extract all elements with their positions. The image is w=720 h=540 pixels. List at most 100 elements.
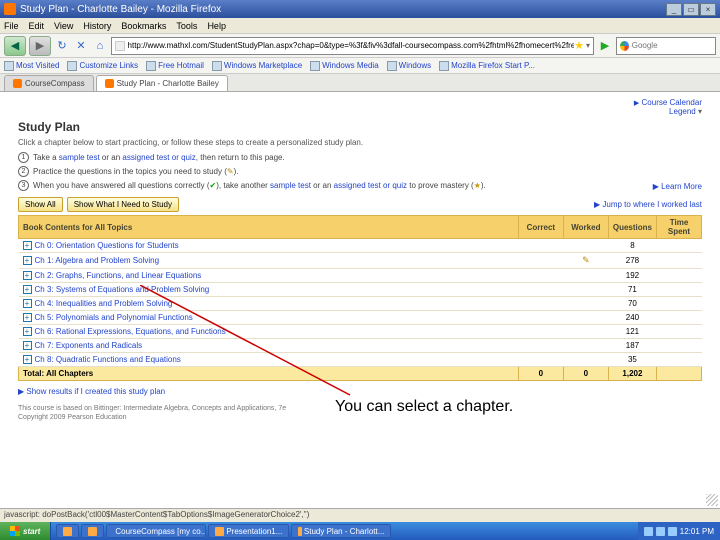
bm-customize[interactable]: Customize Links bbox=[67, 61, 138, 71]
quicklaunch-item[interactable] bbox=[81, 524, 104, 538]
go-button[interactable]: ▶ bbox=[597, 38, 613, 54]
chapter-link[interactable]: Ch 3: Systems of Equations and Problem S… bbox=[35, 285, 210, 294]
cell-correct bbox=[518, 239, 563, 253]
cell-worked: ✎ bbox=[563, 253, 608, 269]
bm-most-visited[interactable]: Most Visited bbox=[4, 61, 59, 71]
menu-edit[interactable]: Edit bbox=[29, 21, 45, 31]
expand-icon[interactable]: + bbox=[23, 271, 32, 280]
bm-firefox-start[interactable]: Mozilla Firefox Start P... bbox=[439, 61, 535, 71]
url-input[interactable] bbox=[128, 41, 575, 50]
menu-bookmarks[interactable]: Bookmarks bbox=[121, 21, 166, 31]
url-dropdown-icon[interactable]: ▾ bbox=[586, 41, 590, 50]
legend-dropdown-icon[interactable]: ▾ bbox=[698, 107, 702, 116]
forward-button[interactable]: ▶ bbox=[29, 36, 51, 56]
nav-toolbar: ◀ ▶ ↻ ✕ ⌂ ★ ▾ ▶ bbox=[0, 34, 720, 58]
cell-worked bbox=[563, 353, 608, 367]
chapter-link[interactable]: Ch 1: Algebra and Problem Solving bbox=[35, 256, 160, 265]
link-assigned-test-2[interactable]: assigned test or quiz bbox=[334, 181, 407, 190]
search-input[interactable] bbox=[632, 41, 712, 50]
chapter-link[interactable]: Ch 6: Rational Expressions, Equations, a… bbox=[35, 327, 226, 336]
tray-icon[interactable] bbox=[656, 527, 665, 536]
reload-button[interactable]: ↻ bbox=[54, 38, 70, 54]
tray-icon[interactable] bbox=[644, 527, 653, 536]
menu-view[interactable]: View bbox=[54, 21, 73, 31]
link-sample-test-2[interactable]: sample test bbox=[270, 181, 311, 190]
cell-correct bbox=[518, 283, 563, 297]
close-button[interactable]: × bbox=[700, 3, 716, 16]
bm-marketplace[interactable]: Windows Marketplace bbox=[212, 61, 302, 71]
cell-questions: 121 bbox=[608, 325, 656, 339]
chapter-row: +Ch 2: Graphs, Functions, and Linear Equ… bbox=[19, 269, 702, 283]
chapter-link[interactable]: Ch 4: Inequalities and Problem Solving bbox=[35, 299, 173, 308]
menu-file[interactable]: File bbox=[4, 21, 19, 31]
show-all-button[interactable]: Show All bbox=[18, 197, 63, 212]
app-icon bbox=[215, 527, 224, 536]
expand-icon[interactable]: + bbox=[23, 299, 32, 308]
quicklaunch-item[interactable] bbox=[56, 524, 79, 538]
expand-icon[interactable]: + bbox=[23, 341, 32, 350]
home-button[interactable]: ⌂ bbox=[92, 38, 108, 54]
cell-correct bbox=[518, 353, 563, 367]
chapter-row: +Ch 6: Rational Expressions, Equations, … bbox=[19, 325, 702, 339]
link-sample-test[interactable]: sample test bbox=[59, 153, 100, 162]
link-show-results[interactable]: Show results if I created this study pla… bbox=[26, 387, 165, 396]
expand-icon[interactable]: + bbox=[23, 285, 32, 294]
cell-worked bbox=[563, 239, 608, 253]
back-button[interactable]: ◀ bbox=[4, 36, 26, 56]
chapter-link[interactable]: Ch 8: Quadratic Functions and Equations bbox=[35, 355, 181, 364]
bookmark-star-icon[interactable]: ★ bbox=[574, 39, 584, 52]
bm-windows[interactable]: Windows bbox=[387, 61, 431, 71]
page-icon bbox=[146, 61, 156, 71]
show-need-button[interactable]: Show What I Need to Study bbox=[67, 197, 179, 212]
link-assigned-test[interactable]: assigned test or quiz bbox=[122, 153, 195, 162]
resize-grip[interactable] bbox=[706, 494, 718, 506]
expand-icon[interactable]: + bbox=[23, 355, 32, 364]
menu-bar: File Edit View History Bookmarks Tools H… bbox=[0, 18, 720, 34]
task-coursecompass[interactable]: CourseCompass [my co... bbox=[106, 524, 206, 538]
link-course-calendar[interactable]: Course Calendar bbox=[642, 98, 702, 107]
col-contents: Book Contents for All Topics bbox=[19, 216, 519, 239]
tab-icon bbox=[105, 79, 114, 88]
cell-questions: 240 bbox=[608, 311, 656, 325]
bm-media[interactable]: Windows Media bbox=[310, 61, 378, 71]
expand-icon[interactable]: + bbox=[23, 313, 32, 322]
tab-studyplan[interactable]: Study Plan - Charlotte Bailey bbox=[96, 75, 228, 91]
cell-time bbox=[657, 253, 702, 269]
stop-button[interactable]: ✕ bbox=[73, 38, 89, 54]
cell-time bbox=[657, 325, 702, 339]
minimize-button[interactable]: _ bbox=[666, 3, 682, 16]
step-number-1: 1 bbox=[18, 152, 29, 163]
folder-icon bbox=[4, 61, 14, 71]
chapter-link[interactable]: Ch 5: Polynomials and Polynomial Functio… bbox=[35, 313, 193, 322]
menu-help[interactable]: Help bbox=[207, 21, 226, 31]
link-jump-last[interactable]: Jump to where I worked last bbox=[602, 200, 702, 209]
address-bar[interactable]: ★ ▾ bbox=[111, 37, 594, 55]
link-learn-more[interactable]: Learn More bbox=[661, 182, 702, 191]
task-presentation[interactable]: Presentation1... bbox=[208, 524, 289, 538]
show-results-row: ▶ Show results if I created this study p… bbox=[18, 387, 702, 396]
menu-history[interactable]: History bbox=[83, 21, 111, 31]
tab-strip: CourseCompass Study Plan - Charlotte Bai… bbox=[0, 74, 720, 92]
cell-time bbox=[657, 297, 702, 311]
triangle-icon: ▶ bbox=[634, 100, 639, 107]
expand-icon[interactable]: + bbox=[23, 256, 32, 265]
task-studyplan[interactable]: Study Plan - Charlott... bbox=[291, 524, 391, 538]
link-legend[interactable]: Legend bbox=[669, 107, 696, 116]
expand-icon[interactable]: + bbox=[23, 327, 32, 336]
tab-icon bbox=[13, 79, 22, 88]
mastery-icon: ★ bbox=[474, 181, 481, 190]
chapter-link[interactable]: Ch 0: Orientation Questions for Students bbox=[35, 241, 179, 250]
maximize-button[interactable]: ▭ bbox=[683, 3, 699, 16]
system-tray[interactable]: 12:01 PM bbox=[638, 522, 720, 540]
tray-icon[interactable] bbox=[668, 527, 677, 536]
chapter-link[interactable]: Ch 2: Graphs, Functions, and Linear Equa… bbox=[35, 271, 202, 280]
bm-hotmail[interactable]: Free Hotmail bbox=[146, 61, 204, 71]
start-button[interactable]: start bbox=[0, 522, 51, 540]
search-box[interactable] bbox=[616, 37, 716, 55]
expand-icon[interactable]: + bbox=[23, 241, 32, 250]
cell-worked bbox=[563, 297, 608, 311]
menu-tools[interactable]: Tools bbox=[176, 21, 197, 31]
chapter-link[interactable]: Ch 7: Exponents and Radicals bbox=[35, 341, 143, 350]
page-title: Study Plan bbox=[18, 120, 702, 134]
tab-coursecompass[interactable]: CourseCompass bbox=[4, 75, 94, 91]
